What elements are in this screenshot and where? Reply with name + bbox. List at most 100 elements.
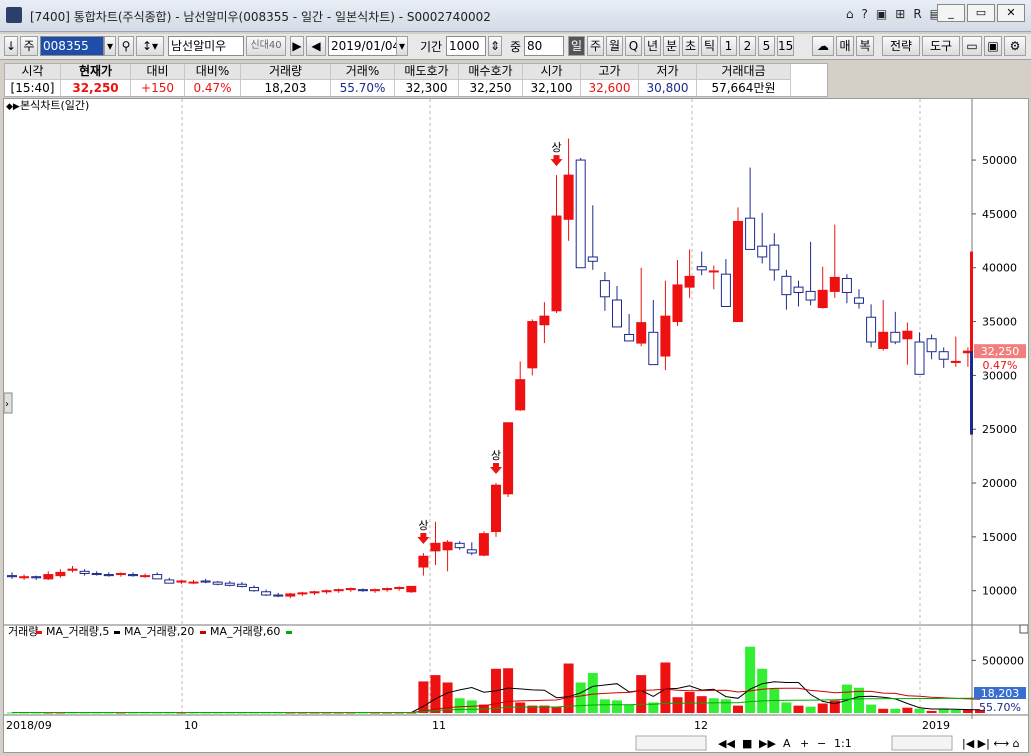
zoom-input[interactable]: 80 xyxy=(524,36,564,56)
chat-icon[interactable]: ⌂ xyxy=(846,7,854,21)
toolbar-right-button-3[interactable]: 도구 xyxy=(922,36,960,56)
signal-label-1: 상 xyxy=(491,449,501,462)
reset-zoom-icon: 1:1 xyxy=(834,737,852,750)
cloud-icon[interactable]: ☁ xyxy=(812,36,834,56)
search-icon[interactable]: ⚲ xyxy=(118,36,134,56)
restore-button[interactable]: ▭ xyxy=(967,4,995,22)
folder-icon[interactable]: ▭ xyxy=(962,36,982,56)
stock-name-field[interactable]: 남선알미우 xyxy=(168,36,244,56)
toolbar-right-button-1[interactable]: 복 xyxy=(856,36,874,56)
quote-column-11: 거래대금 57,664만원 xyxy=(697,64,791,96)
volume-bar-55 xyxy=(672,697,683,713)
quote-column-0: 시각 [15:40] xyxy=(5,64,61,96)
volume-panel-close-icon[interactable] xyxy=(1019,624,1029,634)
candle-body-14 xyxy=(176,580,187,583)
quote-header-10: 저가 xyxy=(639,64,696,80)
candle-body-25 xyxy=(309,591,320,594)
title-bar: [7400] 통합차트(주식종합) - 남선알미우(008355 - 일간 - … xyxy=(0,0,1031,32)
credit-badge: 신대40 xyxy=(246,36,286,56)
calendar-dropdown-icon[interactable]: ▾ xyxy=(396,36,408,56)
quote-header-6: 매도호가 xyxy=(395,64,458,80)
quote-header-4: 거래량 xyxy=(241,64,330,80)
toolbar-right-button-2[interactable]: 전략 xyxy=(882,36,920,56)
quote-value-11: 57,664만원 xyxy=(711,81,776,95)
help-icon[interactable]: ? xyxy=(862,7,868,21)
quote-header-2: 대비 xyxy=(131,64,184,80)
volume-bar-66 xyxy=(805,706,816,713)
interval-button-4[interactable]: 년 xyxy=(644,36,661,56)
interval-button-1[interactable]: 주 xyxy=(587,36,604,56)
quote-value-3: 0.47% xyxy=(193,81,232,95)
volume-bar-57 xyxy=(696,696,707,713)
close-button[interactable]: ✕ xyxy=(997,4,1025,22)
candle-body-76 xyxy=(926,338,937,353)
scroll-track[interactable] xyxy=(635,735,707,751)
candle-body-10 xyxy=(128,574,138,577)
stock-code-input[interactable]: 008355 xyxy=(40,36,104,56)
quote-value-1: 32,250 xyxy=(72,81,119,95)
period-input[interactable]: 1000 xyxy=(446,36,486,56)
interval-button-8[interactable]: 1 xyxy=(720,36,737,56)
price-tick-label-0: 10000 xyxy=(982,585,1017,598)
volume-tick-label-0: 500000 xyxy=(982,654,1024,667)
volume-bar-35 xyxy=(430,675,441,713)
candle-body-73 xyxy=(890,331,901,343)
volume-bar-67 xyxy=(817,703,828,713)
toolbar-right-button-0[interactable]: 매 xyxy=(836,36,854,56)
play-forward-icon[interactable]: ▶ xyxy=(290,36,304,56)
quote-value-7: 32,250 xyxy=(469,81,512,95)
quote-column-2: 대비 +150 xyxy=(131,64,185,96)
price-tick-label-8: 50000 xyxy=(982,154,1017,167)
volume-bar-74 xyxy=(902,707,913,713)
candle-body-1 xyxy=(19,576,30,579)
candle-body-57 xyxy=(696,266,707,271)
candle-body-28 xyxy=(345,588,356,591)
save-icon[interactable]: ▣ xyxy=(984,36,1002,56)
play-back-icon[interactable]: ◀ xyxy=(306,36,326,56)
code-dropdown-icon[interactable]: ▾ xyxy=(104,36,116,56)
candle-body-60 xyxy=(733,220,743,323)
price-volume-chart[interactable]: ◆▶ 본식차트(일간)100001500020000250003000035000… xyxy=(3,98,1029,752)
volume-bar-65 xyxy=(793,705,804,713)
quote-column-10: 저가 30,800 xyxy=(639,64,697,96)
interval-button-11[interactable]: 15 xyxy=(777,36,794,56)
pin-icon[interactable]: ⊞ xyxy=(895,7,905,21)
interval-button-0[interactable]: 일 xyxy=(568,36,585,56)
candle-body-13 xyxy=(164,579,175,584)
quote-table: 시각 [15:40] 현재가 32,250 대비 +150 대비% 0.47% 거래량 18,20… xyxy=(4,63,828,97)
type-selector-button[interactable]: 주 xyxy=(20,36,38,56)
volume-bar-71 xyxy=(866,704,877,713)
interval-button-2[interactable]: 월 xyxy=(606,36,623,56)
sort-icon[interactable]: ↕▾ xyxy=(136,36,164,56)
interval-button-9[interactable]: 2 xyxy=(739,36,756,56)
minimize-button[interactable]: _ xyxy=(937,4,965,22)
rewind-icon: ◀◀ xyxy=(718,737,735,750)
interval-button-6[interactable]: 초 xyxy=(682,36,699,56)
interval-button-7[interactable]: 틱 xyxy=(701,36,718,56)
arrow-down-icon[interactable]: ↓ xyxy=(4,36,18,56)
interval-button-10[interactable]: 5 xyxy=(758,36,775,56)
volume-legend-swatch-2 xyxy=(200,631,206,634)
zoom-slider[interactable] xyxy=(891,735,953,751)
font-size-icon: A xyxy=(783,737,791,750)
period-spin-icon[interactable]: ⇕ xyxy=(488,36,502,56)
price-panel-label: 본식차트(일간) xyxy=(20,99,89,112)
candle-body-3 xyxy=(43,574,54,580)
volume-legend-1: MA_거래량,5 xyxy=(46,625,109,638)
layout-icon[interactable]: ▣ xyxy=(876,7,887,21)
candle-body-43 xyxy=(527,321,538,369)
quote-value-8: 32,100 xyxy=(530,81,573,95)
interval-button-5[interactable]: 분 xyxy=(663,36,680,56)
volume-bar-78 xyxy=(950,709,961,713)
quote-value-2: +150 xyxy=(141,81,174,95)
quote-header-8: 시가 xyxy=(523,64,580,80)
date-input[interactable]: 2019/01/04 xyxy=(328,36,398,56)
interval-button-3[interactable]: Q xyxy=(625,36,642,56)
candle-body-69 xyxy=(841,277,852,293)
r-icon[interactable]: R xyxy=(913,7,921,21)
candle-body-15 xyxy=(188,581,199,584)
candle-body-37 xyxy=(454,542,465,549)
settings-icon[interactable]: ⚙ xyxy=(1004,36,1026,56)
candle-body-77 xyxy=(938,351,949,360)
zoom-in-icon: + xyxy=(800,737,809,750)
